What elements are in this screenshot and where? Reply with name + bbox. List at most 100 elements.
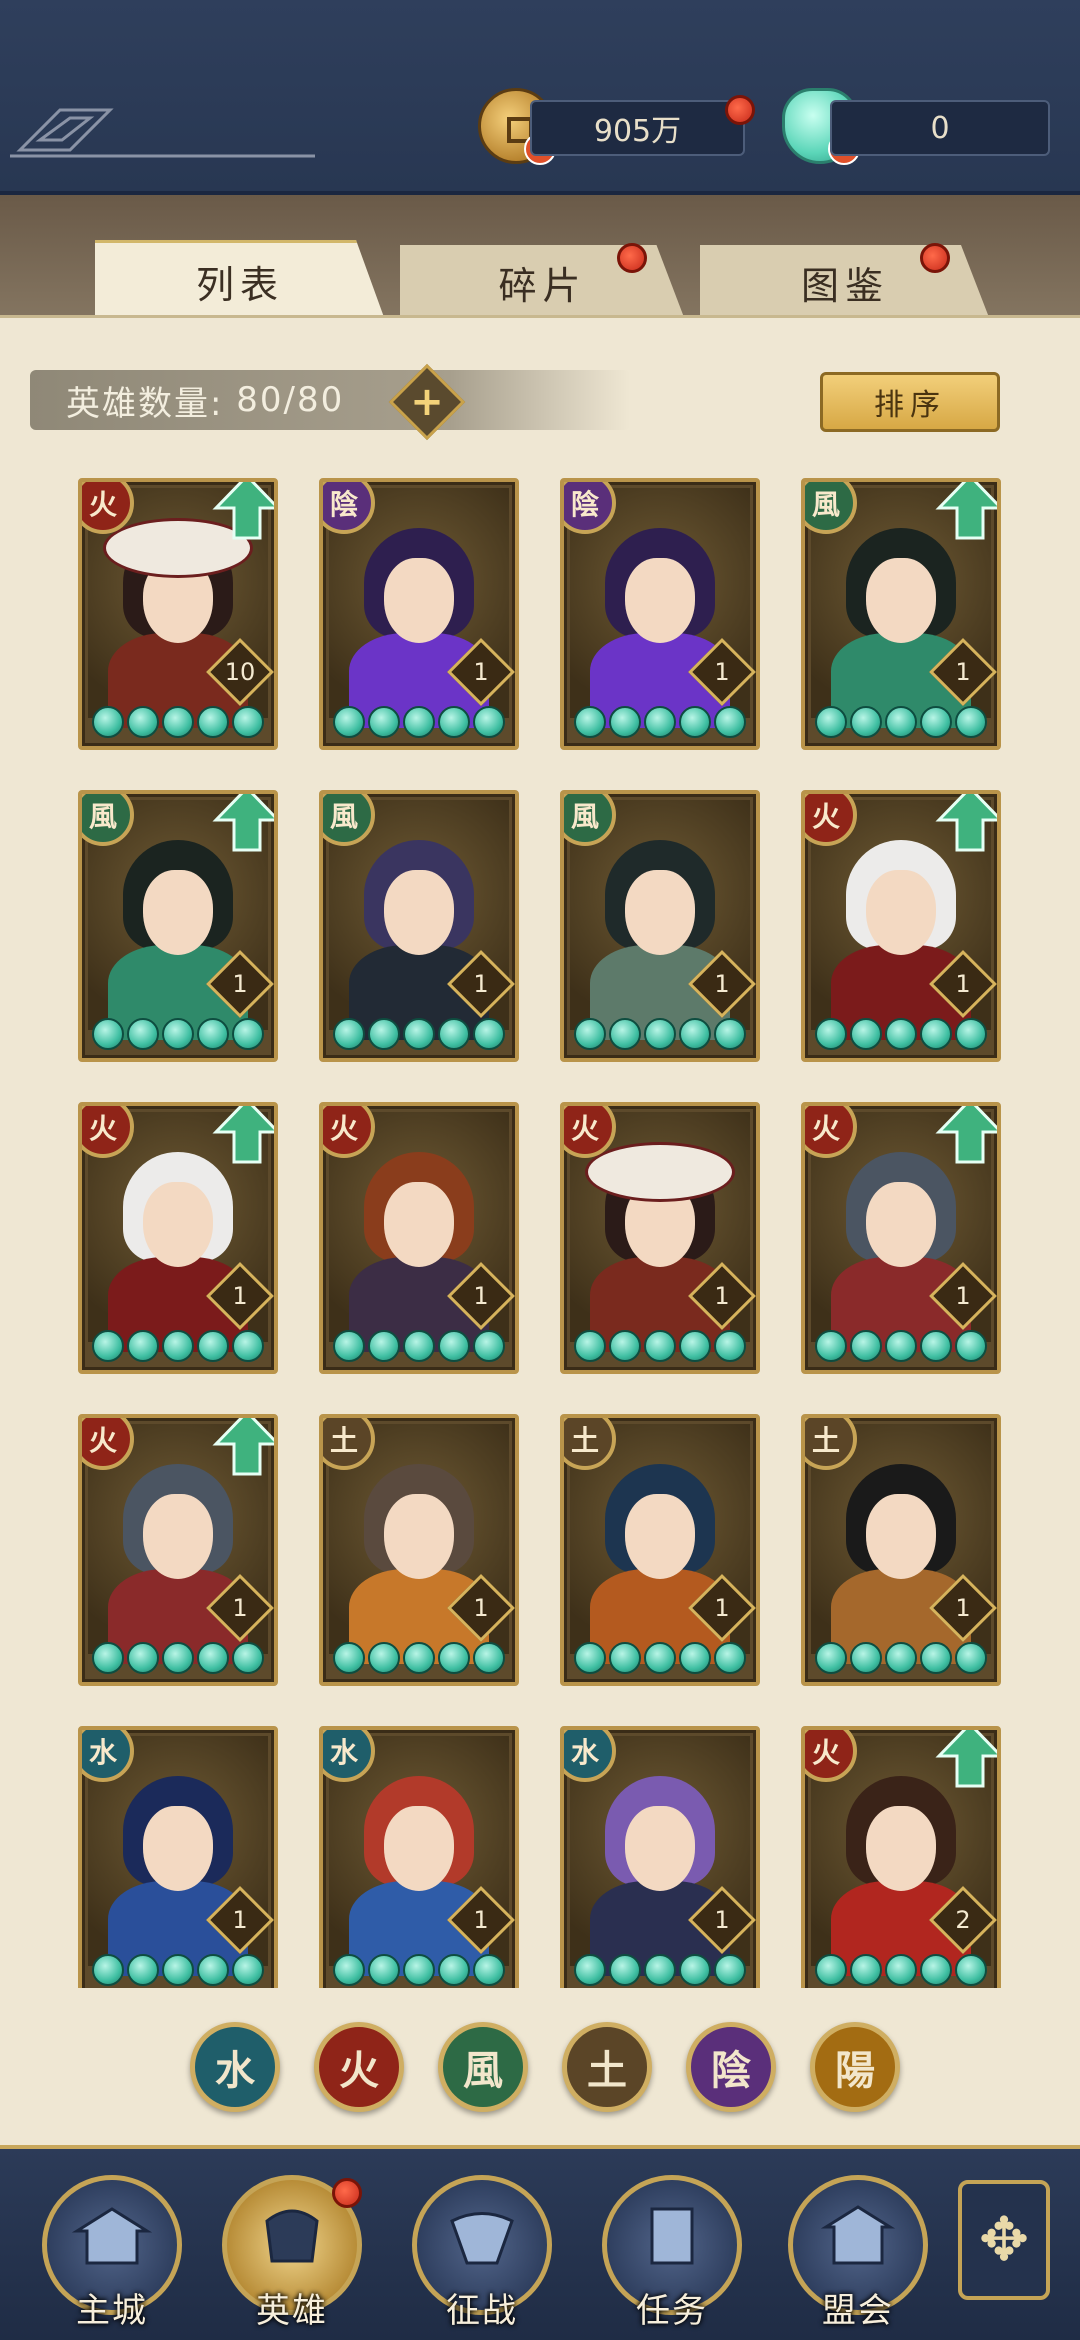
jade-star-icon — [574, 1642, 606, 1674]
jade-star-icon — [473, 1330, 505, 1362]
jade-star-icon — [815, 1642, 847, 1674]
level-value: 1 — [955, 970, 971, 998]
level-value: 1 — [955, 658, 971, 686]
filter-fire-button[interactable]: 火 — [314, 2022, 404, 2112]
filter-wind-button[interactable]: 風 — [438, 2022, 528, 2112]
jade-star-icon — [714, 1018, 746, 1050]
hero-card[interactable]: 火2 — [801, 1726, 1001, 1988]
jade-star-icon — [714, 1642, 746, 1674]
hero-face — [866, 870, 936, 955]
jade-star-icon — [438, 1954, 470, 1986]
hero-card[interactable]: 土1 — [319, 1414, 519, 1686]
filter-shadow-button[interactable]: 陰 — [686, 2022, 776, 2112]
jade-star-icon — [885, 1642, 917, 1674]
hero-card[interactable]: 風1 — [78, 790, 278, 1062]
hero-card[interactable]: 火1 — [78, 1414, 278, 1686]
star-rating — [574, 1018, 750, 1052]
tab-list-label: 列表 — [195, 263, 284, 307]
star-rating — [815, 1954, 991, 1988]
filter-water-button[interactable]: 水 — [190, 2022, 280, 2112]
jade-star-icon — [920, 1954, 952, 1986]
hero-card[interactable]: 水1 — [78, 1726, 278, 1988]
nav-city[interactable]: 主城 — [42, 2175, 182, 2331]
codex-notification-dot — [920, 243, 950, 273]
level-value: 1 — [473, 1594, 489, 1622]
upgrade-arrow-icon — [212, 794, 274, 852]
hero-card[interactable]: 土1 — [560, 1414, 760, 1686]
star-rating — [333, 1330, 509, 1364]
tab-list[interactable]: 列表 — [95, 240, 385, 320]
star-rating — [92, 1018, 268, 1052]
hero-card[interactable]: 火1 — [78, 1102, 278, 1374]
hero-card[interactable]: 風1 — [801, 478, 1001, 750]
hero-card[interactable]: 陰1 — [319, 478, 519, 750]
jade-star-icon — [473, 1018, 505, 1050]
level-value: 1 — [473, 970, 489, 998]
jade-star-icon — [162, 1642, 194, 1674]
level-value: 1 — [232, 1282, 248, 1310]
hero-card[interactable]: 風1 — [319, 790, 519, 1062]
hero-face — [866, 1182, 936, 1267]
hero-card[interactable]: 火1 — [560, 1102, 760, 1374]
star-rating — [92, 1954, 268, 1988]
hero-card[interactable]: 陰1 — [560, 478, 760, 750]
jade-star-icon — [885, 1954, 917, 1986]
hero-card[interactable]: 火1 — [319, 1102, 519, 1374]
jade-star-icon — [333, 1330, 365, 1362]
jade-star-icon — [714, 1330, 746, 1362]
pattern-decoration — [10, 108, 315, 158]
jade-star-icon — [714, 1954, 746, 1986]
hero-card[interactable]: 風1 — [560, 790, 760, 1062]
jade-star-icon — [403, 1018, 435, 1050]
sort-button[interactable]: 排序 — [820, 372, 1000, 432]
level-value: 1 — [473, 1906, 489, 1934]
filter-earth-button[interactable]: 土 — [562, 2022, 652, 2112]
hero-count-value: 80/80 — [236, 380, 345, 420]
level-value: 1 — [955, 1594, 971, 1622]
hero-face — [143, 870, 213, 955]
jade-star-icon — [127, 1018, 159, 1050]
star-rating — [333, 706, 509, 740]
jade-star-icon — [473, 1642, 505, 1674]
nav-campaign[interactable]: 征战 — [412, 2175, 552, 2331]
jade-star-icon — [920, 1330, 952, 1362]
jade-star-icon — [679, 1330, 711, 1362]
hero-face — [866, 1806, 936, 1891]
jade-star-icon — [955, 1018, 987, 1050]
jade-star-icon — [403, 1330, 435, 1362]
level-value: 1 — [232, 1906, 248, 1934]
jade-star-icon — [644, 1330, 676, 1362]
filter-light-button[interactable]: 陽 — [810, 2022, 900, 2112]
jade-star-icon — [232, 1330, 264, 1362]
hero-face — [625, 558, 695, 643]
jade-star-icon — [679, 1018, 711, 1050]
jade-star-icon — [644, 706, 676, 738]
nav-label: 任务 — [636, 2291, 708, 2331]
jade-star-icon — [92, 1954, 124, 1986]
coin-value: 905万 — [593, 114, 682, 149]
jade-star-icon — [333, 1018, 365, 1050]
more-menu-button[interactable]: ✥ — [958, 2180, 1050, 2300]
jade-star-icon — [368, 1330, 400, 1362]
star-rating — [92, 1642, 268, 1676]
hero-card[interactable]: 火1 — [801, 1102, 1001, 1374]
hero-card[interactable]: 火 10 — [78, 478, 278, 750]
star-rating — [92, 706, 268, 740]
hero-card[interactable]: 水1 — [319, 1726, 519, 1988]
level-value: 1 — [955, 1282, 971, 1310]
hero-card[interactable]: 水1 — [560, 1726, 760, 1988]
jade-star-icon — [162, 706, 194, 738]
nav-guild[interactable]: 盟会 — [788, 2175, 928, 2331]
jade-star-icon — [403, 1642, 435, 1674]
hero-card[interactable]: 土1 — [801, 1414, 1001, 1686]
jade-star-icon — [197, 1330, 229, 1362]
level-value: 1 — [714, 970, 730, 998]
nav-quest[interactable]: 任务 — [602, 2175, 742, 2331]
jade-star-icon — [920, 706, 952, 738]
hero-card[interactable]: 火1 — [801, 790, 1001, 1062]
jade-star-icon — [162, 1018, 194, 1050]
jade-star-icon — [403, 706, 435, 738]
jade-star-icon — [127, 706, 159, 738]
jade-star-icon — [368, 706, 400, 738]
element-filters: 水火風土陰陽 — [190, 2022, 900, 2112]
